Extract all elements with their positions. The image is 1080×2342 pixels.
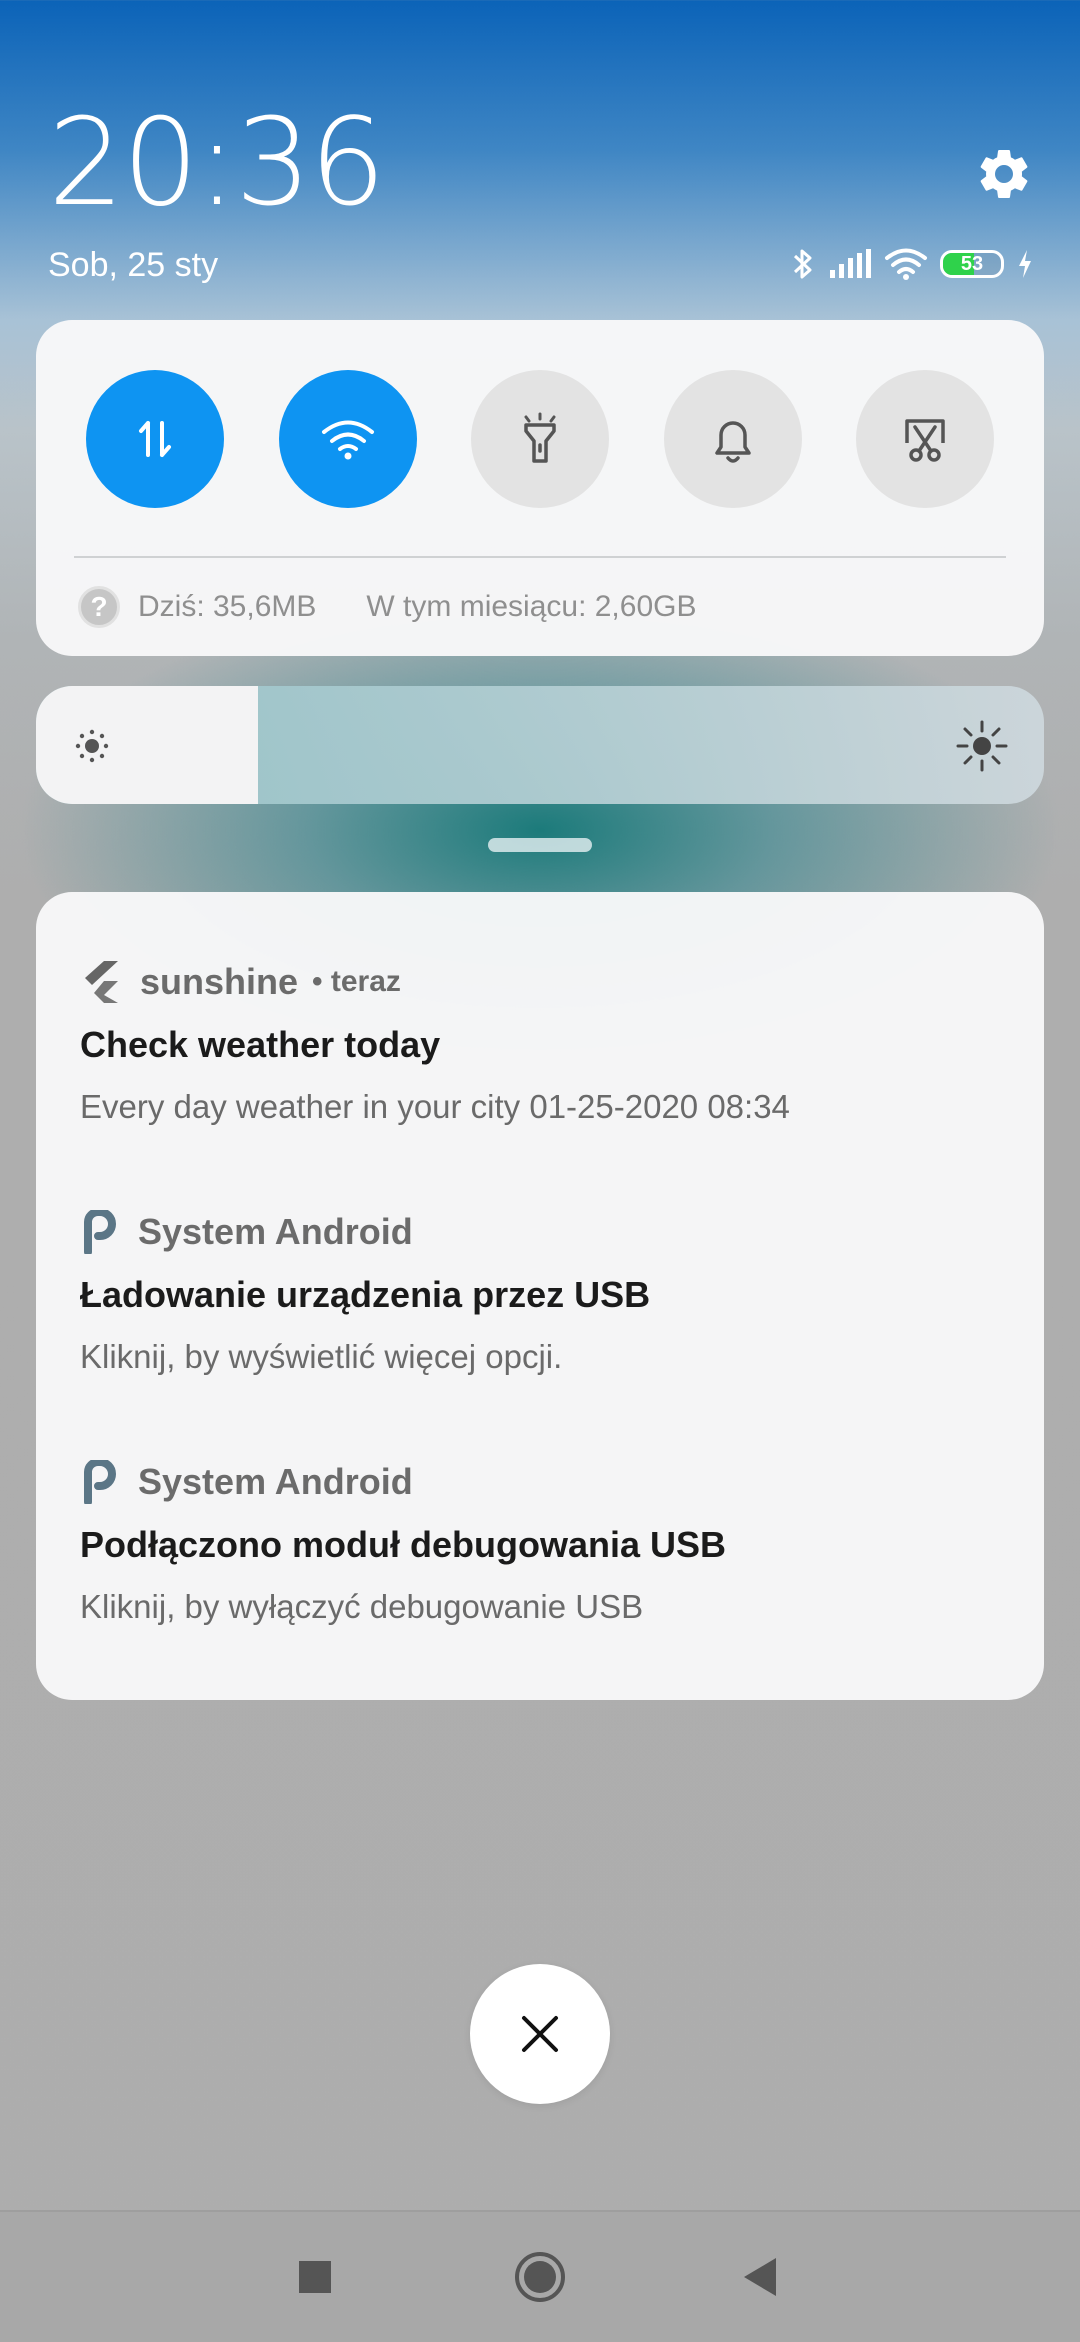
notification-app-name: sunshine <box>140 961 299 1002</box>
divider <box>74 556 1006 558</box>
wifi-icon <box>885 248 927 280</box>
flashlight-toggle[interactable] <box>471 370 609 508</box>
notification-usb-charging[interactable]: System Android Ładowanie urządzenia prze… <box>80 1202 1004 1376</box>
back-button[interactable] <box>725 2242 795 2312</box>
notification-sunshine[interactable]: sunshine • teraz Check weather today Eve… <box>80 952 1004 1126</box>
data-arrows-icon <box>139 421 171 457</box>
navigation-bar <box>0 2210 1080 2342</box>
brightness-high-icon <box>956 720 1008 772</box>
mobile-data-toggle[interactable] <box>86 370 224 508</box>
status-bar: 53 <box>790 244 1034 284</box>
date-label[interactable]: Sob, 25 sty <box>48 246 218 285</box>
square-icon <box>299 2261 331 2293</box>
wifi-toggle[interactable] <box>279 370 417 508</box>
sound-toggle[interactable] <box>664 370 802 508</box>
screenshot-toggle[interactable] <box>856 370 994 508</box>
bluetooth-icon <box>793 249 812 279</box>
notification-app-name: System Android <box>138 1461 413 1502</box>
android-system-icon <box>84 1210 116 1254</box>
charging-icon <box>1019 250 1031 278</box>
notifications-panel: sunshine • teraz Check weather today Eve… <box>36 892 1044 1700</box>
clear-all-button[interactable] <box>470 1964 610 2104</box>
home-button[interactable] <box>505 2242 575 2312</box>
signal-icon <box>830 249 871 278</box>
help-icon: ? <box>78 586 120 628</box>
battery-icon: 53 <box>940 250 1004 278</box>
wifi-icon <box>322 420 374 460</box>
notification-body: Kliknij, by wyłączyć debugowanie USB <box>80 1588 644 1625</box>
scissors-icon <box>905 419 945 462</box>
bell-icon <box>715 421 751 463</box>
notification-title: Check weather today <box>80 1024 441 1065</box>
notification-usb-debugging[interactable]: System Android Podłączono moduł debugowa… <box>80 1452 1004 1626</box>
quick-settings-panel: ? Dziś: 35,6MB W tym miesiącu: 2,60GB <box>36 320 1044 656</box>
triangle-back-icon <box>744 2258 776 2296</box>
notification-time: • teraz <box>312 965 401 998</box>
settings-gear-icon[interactable] <box>974 144 1034 204</box>
brightness-low-icon <box>75 729 109 763</box>
brightness-slider[interactable] <box>36 686 1044 804</box>
flutter-icon <box>85 961 118 1003</box>
android-system-icon <box>84 1460 116 1504</box>
usage-today: Dziś: 35,6MB <box>138 590 317 623</box>
panel-drag-handle[interactable] <box>488 838 592 852</box>
brightness-fill <box>36 686 258 804</box>
notification-body: Every day weather in your city 01-25-202… <box>80 1088 790 1125</box>
notification-title: Podłączono moduł debugowania USB <box>80 1524 727 1565</box>
battery-percent: 53 <box>960 253 984 275</box>
clock[interactable]: 20:36 <box>48 104 386 224</box>
notification-app-name: System Android <box>138 1211 413 1252</box>
close-icon <box>522 2016 558 2052</box>
notification-title: Ładowanie urządzenia przez USB <box>80 1274 651 1315</box>
flashlight-icon <box>524 412 556 463</box>
recents-button[interactable] <box>280 2242 350 2312</box>
data-usage-row[interactable]: ? Dziś: 35,6MB W tym miesiącu: 2,60GB <box>78 586 696 628</box>
usage-month: W tym miesiącu: 2,60GB <box>366 590 697 623</box>
circle-icon <box>515 2252 565 2302</box>
notification-body: Kliknij, by wyświetlić więcej opcji. <box>80 1338 563 1375</box>
